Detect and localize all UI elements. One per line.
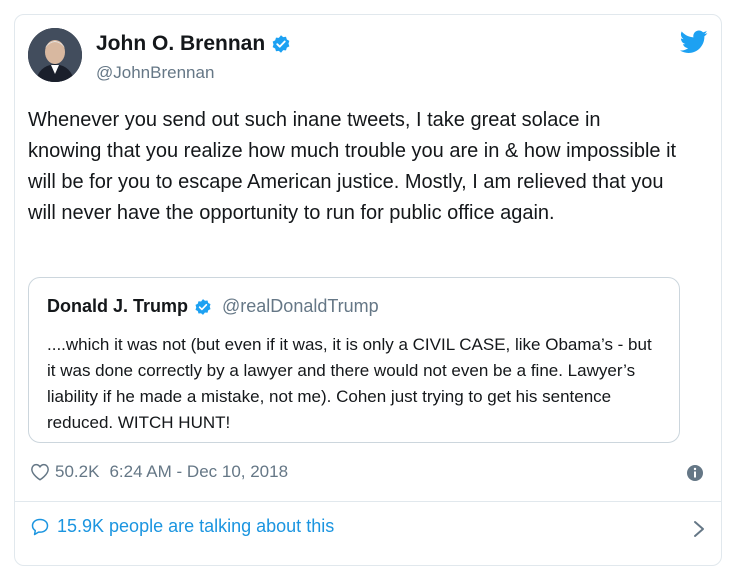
quoted-author-name: Donald J. Trump xyxy=(47,296,189,316)
info-icon[interactable] xyxy=(686,464,704,482)
quoted-author-handle: @realDonaldTrump xyxy=(222,296,379,316)
conversation-count-text[interactable]: 15.9K people are talking about this xyxy=(57,516,334,537)
avatar-photo xyxy=(28,28,82,82)
like-count: 50.2K xyxy=(55,462,100,481)
tweet-timestamp[interactable]: 6:24 AM - Dec 10, 2018 xyxy=(109,462,288,482)
tweet-text: Whenever you send out such inane tweets,… xyxy=(28,109,677,224)
verified-badge-icon xyxy=(195,298,211,315)
twitter-bird-icon[interactable] xyxy=(680,30,708,54)
quoted-tweet[interactable]: Donald J. Trump @realDonaldTrump ....whi… xyxy=(28,277,680,443)
author-handle[interactable]: @JohnBrennan xyxy=(96,63,214,83)
quoted-tweet-header: Donald J. Trump @realDonaldTrump xyxy=(47,296,379,317)
chevron-right-icon[interactable] xyxy=(692,519,706,539)
heart-icon xyxy=(31,463,49,481)
author-name[interactable]: John O. Brennan xyxy=(96,32,265,56)
comment-bubble-icon xyxy=(31,518,49,535)
author-name-row[interactable]: John O. Brennan xyxy=(96,32,291,56)
conversation-link[interactable]: 15.9K people are talking about this xyxy=(30,516,334,537)
verified-badge-icon xyxy=(272,35,290,53)
tweet-meta: 50.2K 6:24 AM - Dec 10, 2018 xyxy=(30,462,288,482)
quoted-tweet-text: ....which it was not (but even if it was… xyxy=(47,335,652,432)
author-avatar[interactable] xyxy=(28,28,82,82)
like-button[interactable]: 50.2K xyxy=(30,462,99,482)
divider xyxy=(14,501,722,502)
